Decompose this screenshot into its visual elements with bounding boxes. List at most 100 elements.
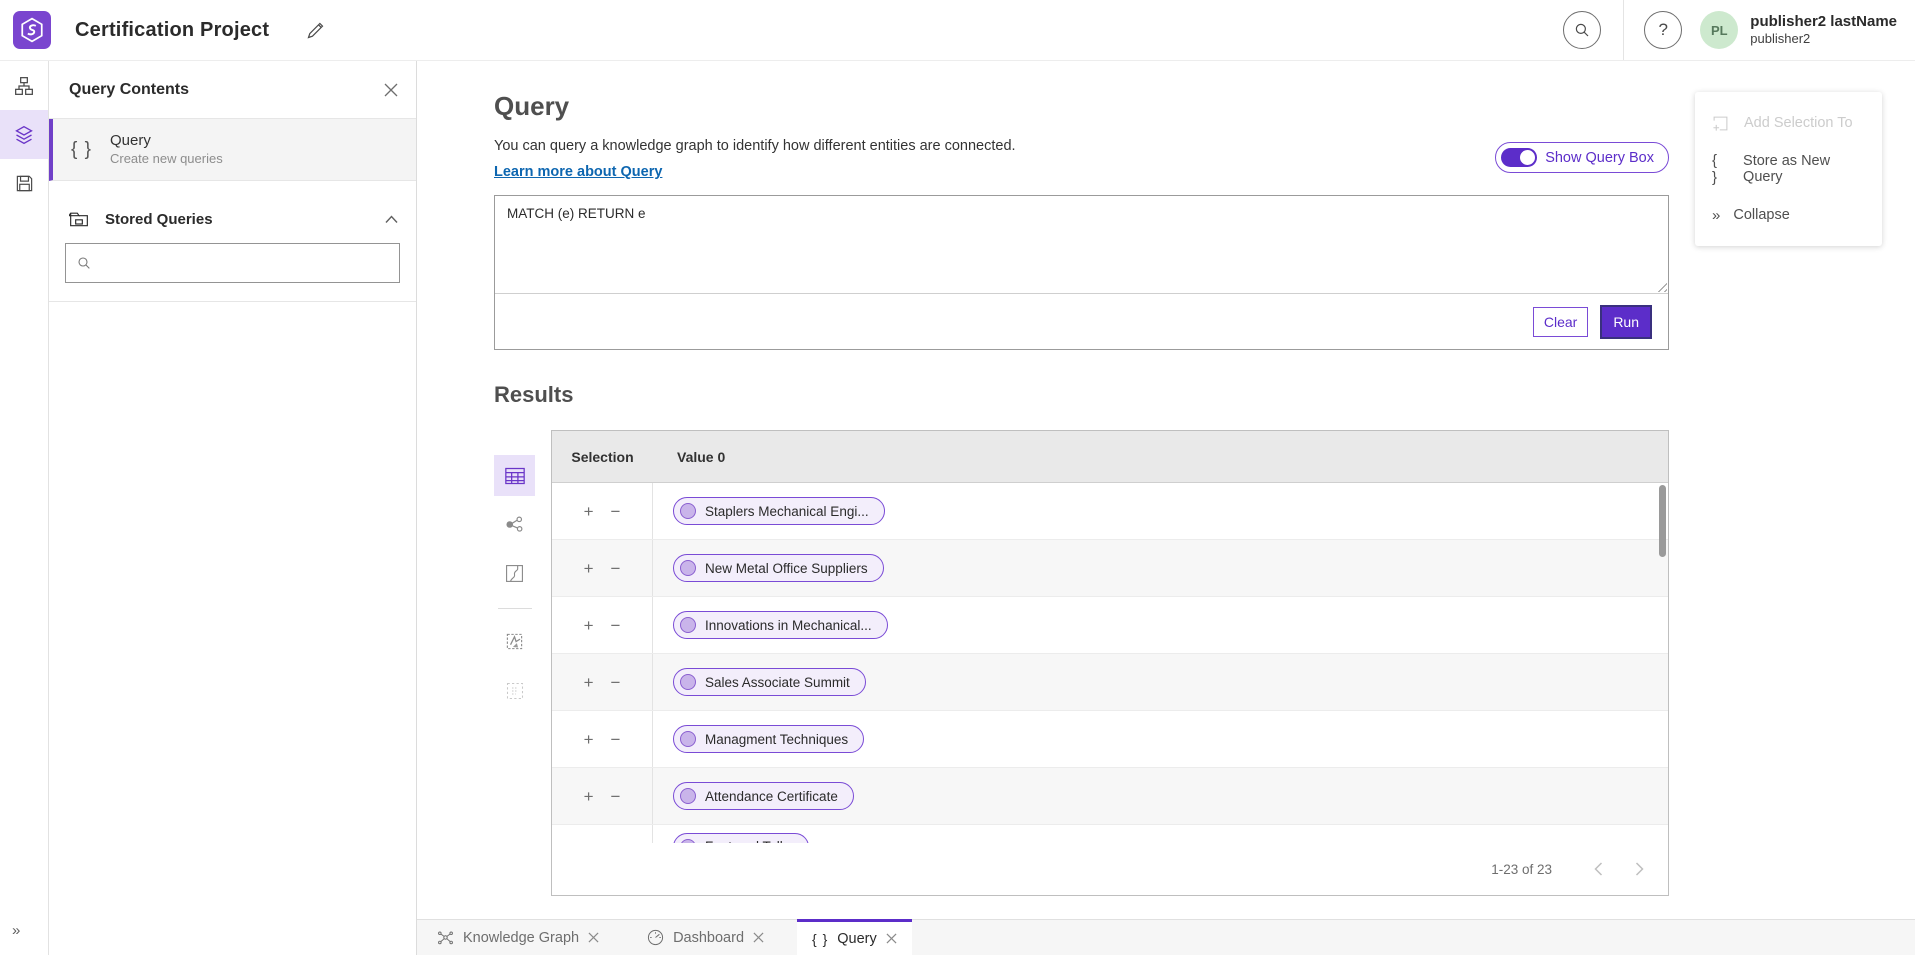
tab-query[interactable]: { } Query bbox=[797, 919, 912, 955]
add-to-selection-button[interactable]: + bbox=[584, 503, 594, 520]
scrollbar-thumb[interactable] bbox=[1659, 485, 1666, 557]
top-bar: Certification Project ? PL publisher2 la… bbox=[0, 0, 1915, 61]
rail-item-save[interactable] bbox=[0, 159, 48, 208]
panel-close-button[interactable] bbox=[384, 83, 398, 97]
query-item-subtitle: Create new queries bbox=[110, 151, 223, 168]
new-map-view-icon bbox=[505, 632, 524, 651]
close-icon bbox=[753, 932, 764, 943]
remove-from-selection-button[interactable]: − bbox=[611, 617, 621, 634]
chevron-left-icon bbox=[1594, 862, 1603, 876]
app-logo-icon[interactable] bbox=[13, 11, 51, 49]
entity-pill[interactable]: New Metal Office Suppliers bbox=[673, 554, 884, 582]
project-title: Certification Project bbox=[75, 19, 269, 42]
knowledge-graph-icon bbox=[437, 929, 454, 946]
close-tab-button[interactable] bbox=[753, 932, 764, 943]
entity-pill[interactable]: Managment Techniques bbox=[673, 725, 864, 753]
map-view-button[interactable] bbox=[494, 553, 535, 594]
link-chart-view-button[interactable] bbox=[494, 504, 535, 545]
add-selection-icon bbox=[1712, 115, 1729, 132]
folder-icon bbox=[69, 209, 89, 229]
expand-rail-button[interactable]: » bbox=[0, 915, 48, 945]
braces-icon: { } bbox=[1712, 152, 1728, 186]
user-avatar[interactable]: PL bbox=[1700, 11, 1738, 49]
close-tab-button[interactable] bbox=[588, 932, 599, 943]
topbar-divider bbox=[1623, 0, 1624, 60]
clear-button[interactable]: Clear bbox=[1533, 307, 1588, 337]
table-row: + − New Metal Office Suppliers bbox=[552, 540, 1668, 597]
query-contents-item[interactable]: { } Query Create new queries bbox=[49, 119, 416, 181]
menu-item-store-as-new-query[interactable]: { } Store as New Query bbox=[1695, 146, 1882, 192]
query-input[interactable]: MATCH (e) RETURN e bbox=[495, 196, 1668, 293]
remove-from-selection-button[interactable]: − bbox=[611, 674, 621, 691]
results-table: Selection Value 0 + − Staplers Mechanica… bbox=[551, 430, 1669, 896]
remove-from-selection-button[interactable]: − bbox=[611, 788, 621, 805]
chevron-right-icon bbox=[1635, 862, 1644, 876]
query-description: You can query a knowledge graph to ident… bbox=[494, 138, 1016, 154]
show-query-box-label: Show Query Box bbox=[1545, 150, 1654, 166]
entity-dot-icon bbox=[680, 674, 696, 690]
table-scrollbar[interactable] bbox=[1659, 485, 1666, 844]
close-tab-button[interactable] bbox=[886, 933, 897, 944]
layout-view-icon bbox=[506, 682, 524, 700]
main-content: Query You can query a knowledge graph to… bbox=[417, 61, 1915, 955]
learn-more-link[interactable]: Learn more about Query bbox=[494, 164, 662, 180]
add-to-selection-button[interactable]: + bbox=[584, 560, 594, 577]
run-button[interactable]: Run bbox=[1600, 305, 1652, 339]
search-button[interactable] bbox=[1563, 11, 1601, 49]
link-chart-view-icon bbox=[505, 515, 524, 534]
table-pagination: 1-23 of 23 bbox=[552, 843, 1668, 895]
entity-dot-icon bbox=[680, 560, 696, 576]
panel-divider bbox=[49, 301, 416, 302]
entity-dot-icon bbox=[680, 503, 696, 519]
stored-queries-header[interactable]: Stored Queries bbox=[49, 197, 416, 241]
edit-title-button[interactable] bbox=[305, 20, 326, 41]
column-header-selection: Selection bbox=[552, 449, 653, 465]
help-button[interactable]: ? bbox=[1644, 11, 1682, 49]
double-chevron-right-icon: » bbox=[1712, 207, 1718, 224]
previous-page-button[interactable] bbox=[1594, 862, 1603, 876]
query-section-title: Query bbox=[494, 91, 1669, 122]
next-page-button[interactable] bbox=[1635, 862, 1644, 876]
table-row: + − Attendance Certificate bbox=[552, 768, 1668, 825]
add-to-selection-button[interactable]: + bbox=[584, 674, 594, 691]
show-query-box-toggle[interactable]: Show Query Box bbox=[1495, 142, 1669, 173]
add-to-selection-button[interactable]: + bbox=[584, 617, 594, 634]
new-map-view-button[interactable] bbox=[494, 621, 535, 662]
add-to-selection-button[interactable]: + bbox=[584, 788, 594, 805]
stored-queries-search-input[interactable] bbox=[100, 255, 389, 271]
table-header: Selection Value 0 bbox=[552, 431, 1668, 483]
map-view-icon bbox=[505, 564, 524, 583]
remove-from-selection-button[interactable]: − bbox=[611, 731, 621, 748]
menu-item-collapse[interactable]: » Collapse bbox=[1695, 192, 1882, 238]
table-rows: + − Staplers Mechanical Engi... + − New … bbox=[552, 483, 1668, 844]
tab-knowledge-graph[interactable]: Knowledge Graph bbox=[422, 920, 614, 955]
menu-item-add-selection-to: Add Selection To bbox=[1695, 100, 1882, 146]
add-to-selection-button[interactable]: + bbox=[584, 731, 594, 748]
view-rail-divider bbox=[498, 608, 532, 609]
table-row: + − Sales Associate Summit bbox=[552, 654, 1668, 711]
stored-queries-label: Stored Queries bbox=[105, 211, 213, 228]
stored-queries-search bbox=[65, 243, 400, 283]
search-icon bbox=[76, 255, 92, 271]
pagination-label: 1-23 of 23 bbox=[1491, 862, 1552, 877]
entity-pill[interactable]: Attendance Certificate bbox=[673, 782, 854, 810]
remove-from-selection-button[interactable]: − bbox=[611, 560, 621, 577]
view-tab-bar: Knowledge Graph Dashboard { } Query bbox=[417, 919, 1915, 955]
query-contents-panel: Query Contents { } Query Create new quer… bbox=[49, 61, 417, 955]
rail-item-contents-layers[interactable] bbox=[0, 110, 48, 159]
table-row: + − Managment Techniques bbox=[552, 711, 1668, 768]
entity-pill[interactable]: Sales Associate Summit bbox=[673, 668, 866, 696]
pencil-icon bbox=[305, 20, 326, 41]
tab-dashboard[interactable]: Dashboard bbox=[632, 920, 779, 955]
rail-item-project-contents[interactable] bbox=[0, 61, 48, 110]
entity-pill[interactable]: Staplers Mechanical Engi... bbox=[673, 497, 885, 525]
entity-pill[interactable]: Innovations in Mechanical... bbox=[673, 611, 888, 639]
remove-from-selection-button[interactable]: − bbox=[611, 503, 621, 520]
table-view-button[interactable] bbox=[494, 455, 535, 496]
close-icon bbox=[384, 83, 398, 97]
user-menu[interactable]: publisher2 lastName publisher2 bbox=[1750, 13, 1897, 48]
chevron-up-icon[interactable] bbox=[385, 215, 398, 224]
left-icon-rail: » bbox=[0, 61, 49, 955]
column-header-value0: Value 0 bbox=[653, 449, 725, 465]
user-name: publisher2 lastName bbox=[1750, 13, 1897, 32]
